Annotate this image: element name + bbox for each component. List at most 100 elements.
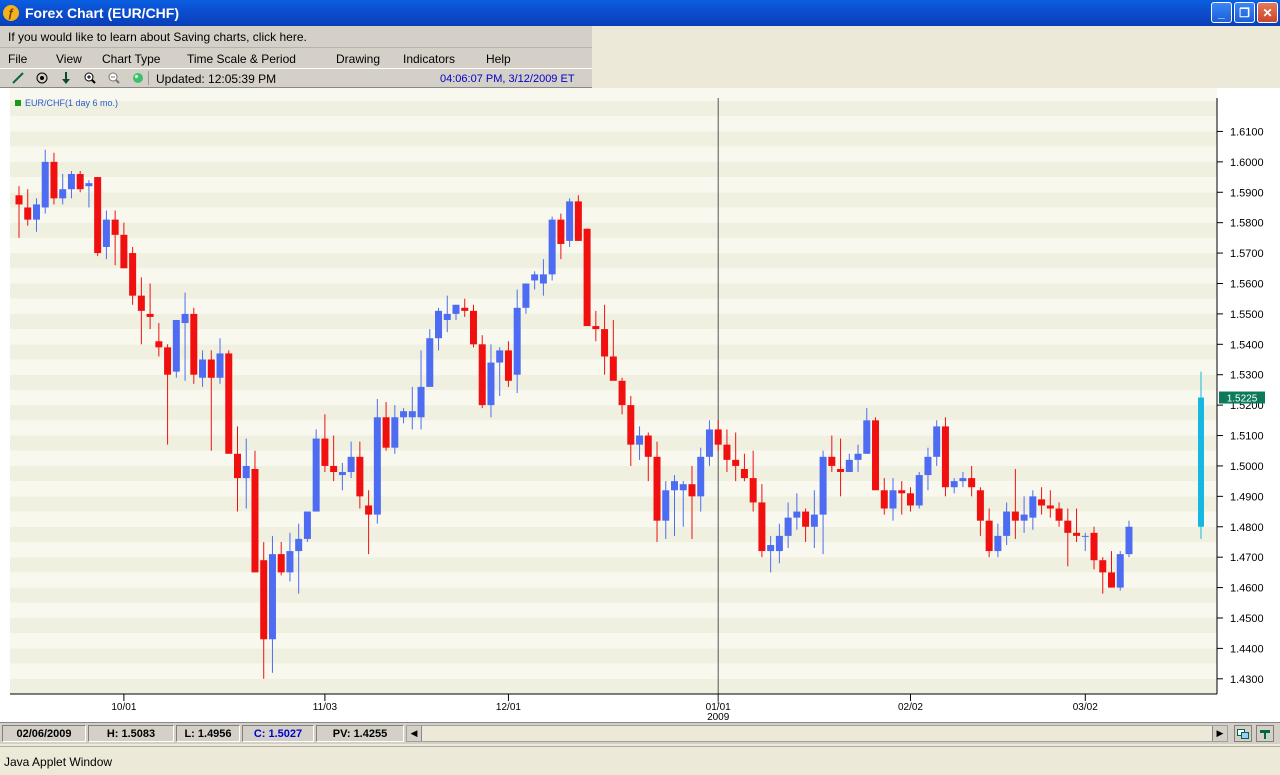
grid-band — [10, 177, 1217, 193]
candle-body — [697, 456, 705, 497]
candle-body — [653, 456, 661, 521]
candle-body — [469, 310, 477, 345]
candle-body — [732, 459, 740, 466]
last-price-label: 1.5225 — [1227, 394, 1258, 405]
candle-body — [111, 219, 119, 235]
candle-body — [59, 189, 67, 199]
zoom-in-icon[interactable] — [82, 71, 98, 85]
candle-body — [260, 560, 268, 640]
candle-body — [1081, 535, 1089, 537]
y-tick-label: 1.5700 — [1230, 248, 1264, 260]
window-tile-button[interactable] — [1234, 725, 1252, 742]
candle-body — [1029, 496, 1037, 518]
candle-body — [295, 538, 303, 552]
settings-button[interactable] — [1256, 725, 1274, 742]
candle-body — [435, 310, 443, 339]
candle-body — [251, 468, 259, 573]
candle-body — [461, 307, 469, 311]
candle-body — [671, 481, 678, 491]
menu-bar: File View Chart Type Time Scale & Period… — [0, 48, 592, 68]
grid-band — [10, 298, 1217, 314]
menu-drawing[interactable]: Drawing — [336, 52, 380, 66]
grid-band — [10, 648, 1217, 664]
x-tick-label: 03/02 — [1073, 702, 1098, 713]
y-tick-label: 1.5900 — [1230, 187, 1264, 199]
grid-band — [10, 146, 1217, 162]
candle-body — [994, 535, 1002, 552]
candle-body — [968, 478, 976, 488]
candle-body — [959, 478, 967, 482]
scroll-right-icon[interactable]: ▶ — [1212, 726, 1227, 741]
candle-body — [1090, 532, 1098, 561]
candle-body — [373, 417, 381, 515]
candle-body — [828, 456, 836, 466]
candle-body — [41, 161, 49, 208]
close-button[interactable]: ✕ — [1257, 2, 1278, 23]
candle-body — [85, 183, 93, 187]
y-tick-label: 1.5500 — [1230, 309, 1264, 321]
x-tick-label: 02/02 — [898, 702, 923, 713]
menu-chart-type[interactable]: Chart Type — [102, 52, 160, 66]
candle-body — [863, 420, 871, 454]
zoom-out-icon[interactable] — [106, 71, 122, 85]
candle-body — [636, 435, 644, 445]
menu-file[interactable]: File — [8, 52, 27, 66]
grid-band — [10, 465, 1217, 482]
grid-band — [10, 633, 1217, 649]
chart-area[interactable]: 1.6100 1.6000 1.5900 1.5800 1.5700 1.5600 1.55… — [0, 85, 1280, 723]
candle-body — [137, 295, 145, 311]
candle-body — [330, 465, 338, 473]
candle-body — [94, 177, 102, 254]
grid-band — [10, 617, 1217, 634]
candle-body — [837, 468, 845, 473]
maximize-button[interactable]: ❐ — [1234, 2, 1255, 23]
y-tick-label: 1.5600 — [1230, 278, 1264, 290]
grid-band — [10, 116, 1217, 132]
candle-body — [478, 344, 486, 406]
candle-body — [408, 411, 416, 418]
menu-time-scale[interactable]: Time Scale & Period — [187, 52, 296, 66]
info-link[interactable]: If you would like to learn about Saving … — [8, 30, 307, 44]
y-tick-label: 1.6100 — [1230, 126, 1264, 138]
trendline-icon[interactable] — [10, 71, 26, 85]
candle-body — [417, 386, 425, 418]
candle-body — [1108, 572, 1115, 588]
chart-scrollbar[interactable]: ◀ ▶ — [406, 725, 1228, 742]
candle-body — [504, 350, 512, 381]
menu-view[interactable]: View — [56, 52, 82, 66]
candle-body — [356, 456, 364, 497]
menu-help[interactable]: Help — [486, 52, 511, 66]
candle-body — [705, 429, 713, 457]
candle-body — [793, 511, 801, 518]
candle-body — [845, 459, 853, 473]
status-text: Java Applet Window — [4, 755, 113, 769]
info-bar[interactable]: If you would like to learn about Saving … — [0, 26, 592, 48]
candle-body — [531, 274, 539, 281]
grid-band — [10, 405, 1217, 421]
candle-body — [1064, 520, 1072, 533]
down-arrow-icon[interactable] — [58, 71, 74, 85]
candle-body — [592, 326, 600, 330]
minimize-button[interactable]: _ — [1211, 2, 1232, 23]
candlestick-chart[interactable]: 1.6100 1.6000 1.5900 1.5800 1.5700 1.5600 1.55… — [0, 85, 1280, 723]
scroll-left-icon[interactable]: ◀ — [407, 726, 422, 741]
candle-body — [802, 511, 810, 527]
candle-body — [102, 219, 110, 247]
crosshair-icon[interactable] — [34, 71, 50, 85]
grid-band — [10, 237, 1217, 254]
close-icon: ✕ — [1262, 5, 1273, 20]
refresh-icon[interactable] — [130, 71, 146, 85]
candle-body — [539, 274, 547, 284]
candle-body — [426, 338, 434, 387]
candle-body — [303, 511, 311, 539]
y-tick-label: 1.4900 — [1230, 491, 1264, 503]
bar-close: C: 1.5027 — [242, 725, 314, 742]
maximize-icon: ❐ — [1239, 5, 1250, 20]
bar-pv: PV: 1.4255 — [316, 725, 404, 742]
candle-body — [225, 353, 233, 454]
menu-indicators[interactable]: Indicators — [403, 52, 455, 66]
candle-body — [775, 535, 783, 552]
grid-band — [10, 587, 1217, 603]
candle-body — [268, 554, 276, 640]
candle-body — [1020, 514, 1028, 521]
